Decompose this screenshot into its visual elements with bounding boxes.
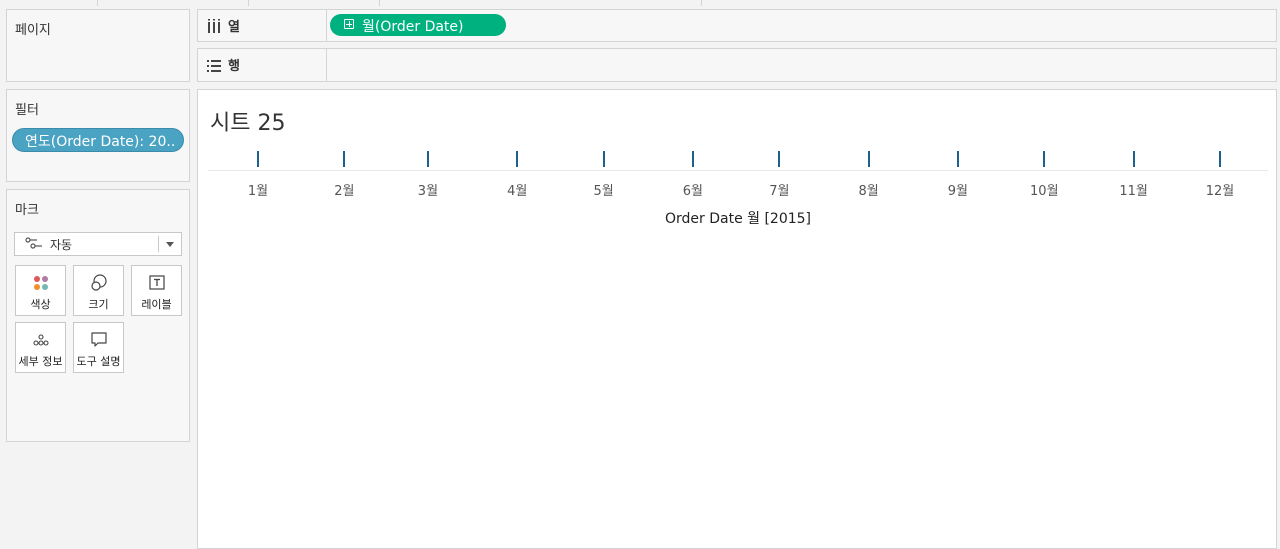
month-tick-label: 11월 xyxy=(1119,184,1148,199)
rows-shelf-label: 행 xyxy=(228,59,240,74)
month-tick-mark[interactable] xyxy=(691,151,694,167)
label-button-label: 레이블 xyxy=(141,298,172,311)
month-tick-mark[interactable] xyxy=(1219,151,1221,167)
month-tick-mark[interactable] xyxy=(343,151,346,167)
detail-button[interactable]: 세부 정보 xyxy=(15,322,66,373)
rows-icon xyxy=(207,60,221,72)
month-tick-label: 6월 xyxy=(682,184,704,199)
mark-type-value: 자동 xyxy=(50,238,73,252)
rows-shelf[interactable]: 행 xyxy=(197,48,1277,82)
pages-title: 페이지 xyxy=(15,23,51,38)
month-tick-label: 3월 xyxy=(417,184,439,199)
color-button[interactable]: 색상 xyxy=(15,265,66,316)
month-tick-label: 10월 xyxy=(1030,184,1059,199)
size-button[interactable]: 크기 xyxy=(73,265,124,316)
filter-pill-label: 연도(Order Date): 20.. xyxy=(25,134,176,150)
axis-baseline xyxy=(208,170,1268,171)
month-tick-label: 7월 xyxy=(769,184,790,199)
month-tick-mark[interactable] xyxy=(426,151,429,167)
worksheet-view[interactable]: 시트 25 1월 2월 3월 4월 5월 6월 7월 8월 9월 10월 11월 12월 Order … xyxy=(197,89,1277,549)
month-tick-mark[interactable] xyxy=(1043,151,1046,167)
detail-dots-icon xyxy=(32,334,49,346)
toolbar-divider xyxy=(248,0,249,6)
filters-card[interactable]: 필터 연도(Order Date): 20.. xyxy=(6,89,190,182)
month-tick-label: 1월 xyxy=(247,184,269,199)
size-circles-icon xyxy=(90,274,107,291)
month-tick-label: 4월 xyxy=(507,184,528,199)
chevron-down-icon[interactable] xyxy=(166,242,174,247)
tooltip-button[interactable]: 도구 설명 xyxy=(73,322,124,373)
detail-button-label: 세부 정보 xyxy=(18,355,63,368)
month-tick-label: 2월 xyxy=(334,184,355,199)
mark-type-dropdown[interactable]: 자동 xyxy=(14,232,182,256)
tooltip-bubble-icon xyxy=(90,332,107,347)
tooltip-button-label: 도구 설명 xyxy=(76,355,121,368)
dropdown-divider xyxy=(158,236,159,252)
columns-shelf[interactable]: 열 월(Order Date) xyxy=(197,9,1277,42)
text-label-icon xyxy=(148,275,165,290)
month-tick-mark[interactable] xyxy=(956,151,959,167)
month-tick-label: 8월 xyxy=(858,184,879,199)
marks-title: 마크 xyxy=(15,203,39,218)
top-toolbar-strip xyxy=(0,0,1280,6)
column-pill-label: 월(Order Date) xyxy=(362,19,464,35)
label-button[interactable]: 레이블 xyxy=(131,265,182,316)
automatic-mark-icon xyxy=(25,237,42,249)
rows-shelf-label-area: 행 xyxy=(198,49,327,81)
expand-plus-icon[interactable] xyxy=(344,19,354,29)
columns-shelf-label-area: 열 xyxy=(198,10,327,41)
month-tick-label: 9월 xyxy=(947,184,969,199)
month-tick-mark[interactable] xyxy=(257,151,259,167)
month-tick-mark[interactable] xyxy=(516,151,519,167)
color-button-label: 색상 xyxy=(30,298,51,311)
toolbar-divider xyxy=(97,0,98,6)
columns-icon xyxy=(208,19,220,33)
marks-card: 마크 자동 색상 크기 레이블 세부 정보 도구 설명 xyxy=(6,189,190,442)
month-tick-mark[interactable] xyxy=(602,151,605,167)
toolbar-divider xyxy=(379,0,380,6)
month-tick-label: 5월 xyxy=(593,184,614,199)
axis-title: Order Date 월 [2015] xyxy=(664,211,812,227)
sheet-title: 시트 25 xyxy=(210,111,286,136)
filters-title: 필터 xyxy=(15,103,39,118)
filter-pill-order-date-year[interactable]: 연도(Order Date): 20.. xyxy=(12,128,184,152)
toolbar-divider xyxy=(701,0,702,6)
pages-card[interactable]: 페이지 xyxy=(6,9,190,82)
column-pill-month-order-date[interactable]: 월(Order Date) xyxy=(330,14,506,36)
month-tick-mark[interactable] xyxy=(778,151,781,167)
month-tick-mark[interactable] xyxy=(867,151,870,167)
color-palette-icon xyxy=(33,276,48,290)
size-button-label: 크기 xyxy=(88,298,109,311)
columns-shelf-label: 열 xyxy=(228,20,240,35)
month-tick-mark[interactable] xyxy=(1132,151,1135,167)
month-tick-label: 12월 xyxy=(1205,184,1235,199)
